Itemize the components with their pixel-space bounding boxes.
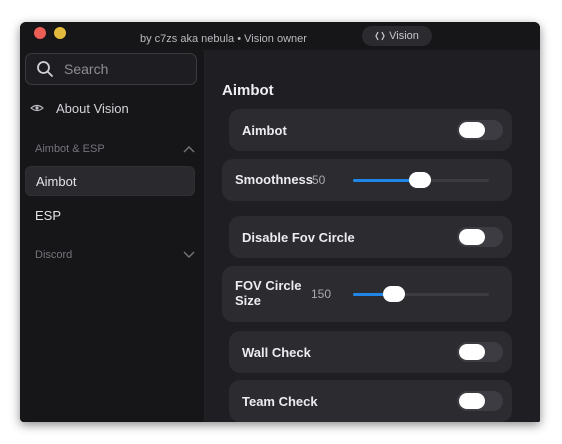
chevron-up-icon (183, 146, 195, 153)
wall-check-toggle[interactable] (457, 342, 503, 362)
setting-aimbot: Aimbot (229, 109, 512, 151)
sidebar-item-esp-label: ESP (35, 207, 62, 223)
disable-fov-circle-toggle[interactable] (457, 227, 503, 247)
setting-wall-check-label: Wall Check (242, 344, 311, 360)
setting-team-check-label: Team Check (242, 393, 318, 409)
sidebar-item-aimbot[interactable]: Aimbot (25, 166, 195, 196)
app-window: by c7zs aka nebula • Vision owner Vision… (20, 22, 540, 422)
minimize-window-button[interactable] (54, 27, 66, 39)
setting-wall-check: Wall Check (229, 331, 512, 373)
setting-disable-fov-circle: Disable Fov Circle (229, 216, 512, 258)
section-aimbot-esp-title: Aimbot & ESP (35, 143, 105, 155)
sidebar-item-about-label: About Vision (56, 100, 129, 116)
toggle-knob (459, 344, 485, 360)
setting-disable-fov-circle-label: Disable Fov Circle (242, 229, 355, 245)
toggle-knob (459, 229, 485, 245)
section-discord-title: Discord (35, 249, 73, 261)
main-panel: Aimbot Aimbot Smoothness 50 Disable Fov … (205, 50, 540, 422)
window-subtitle: by c7zs aka nebula • Vision owner (140, 33, 307, 45)
vision-button-label: Vision (389, 30, 419, 42)
toggle-knob (459, 122, 485, 138)
eye-icon (30, 104, 44, 112)
search-box[interactable] (25, 53, 197, 85)
setting-smoothness-label: Smoothness (235, 171, 314, 187)
section-aimbot-esp[interactable]: Aimbot & ESP (35, 140, 195, 158)
section-discord[interactable]: Discord (35, 246, 195, 264)
sidebar-item-esp[interactable]: ESP (25, 200, 195, 230)
fov-circle-size-slider[interactable] (353, 286, 489, 302)
search-icon (37, 61, 53, 77)
toggle-knob (459, 393, 485, 409)
fov-circle-size-label-line-1: FOV Circle (235, 278, 302, 294)
setting-smoothness: Smoothness 50 (222, 159, 512, 201)
sidebar: About Vision Aimbot & ESP Aimbot ESP Dis… (20, 50, 205, 422)
setting-fov-circle-size: FOV Circle Size 150 (222, 266, 512, 322)
team-check-toggle[interactable] (457, 391, 503, 411)
fov-circle-size-value: 150 (311, 287, 332, 301)
setting-fov-circle-size-label: FOV Circle Size (235, 266, 301, 322)
aimbot-toggle[interactable] (457, 120, 503, 140)
fov-circle-size-slider-thumb[interactable] (382, 286, 405, 302)
sidebar-item-about[interactable]: About Vision (30, 98, 129, 118)
smoothness-value: 50 (312, 173, 326, 187)
title-bar: by c7zs aka nebula • Vision owner Vision (20, 22, 540, 50)
sidebar-item-aimbot-label: Aimbot (36, 173, 77, 189)
vision-icon (375, 31, 385, 41)
fov-circle-size-label-line-2: Size (235, 293, 262, 308)
smoothness-slider[interactable] (353, 172, 489, 188)
setting-aimbot-label: Aimbot (242, 122, 287, 138)
setting-team-check: Team Check (229, 380, 512, 422)
page-title: Aimbot (222, 82, 274, 99)
vision-button[interactable]: Vision (362, 26, 432, 46)
close-window-button[interactable] (34, 27, 46, 39)
chevron-down-icon (183, 251, 195, 258)
smoothness-slider-thumb[interactable] (408, 172, 431, 188)
search-input[interactable] (62, 60, 186, 78)
